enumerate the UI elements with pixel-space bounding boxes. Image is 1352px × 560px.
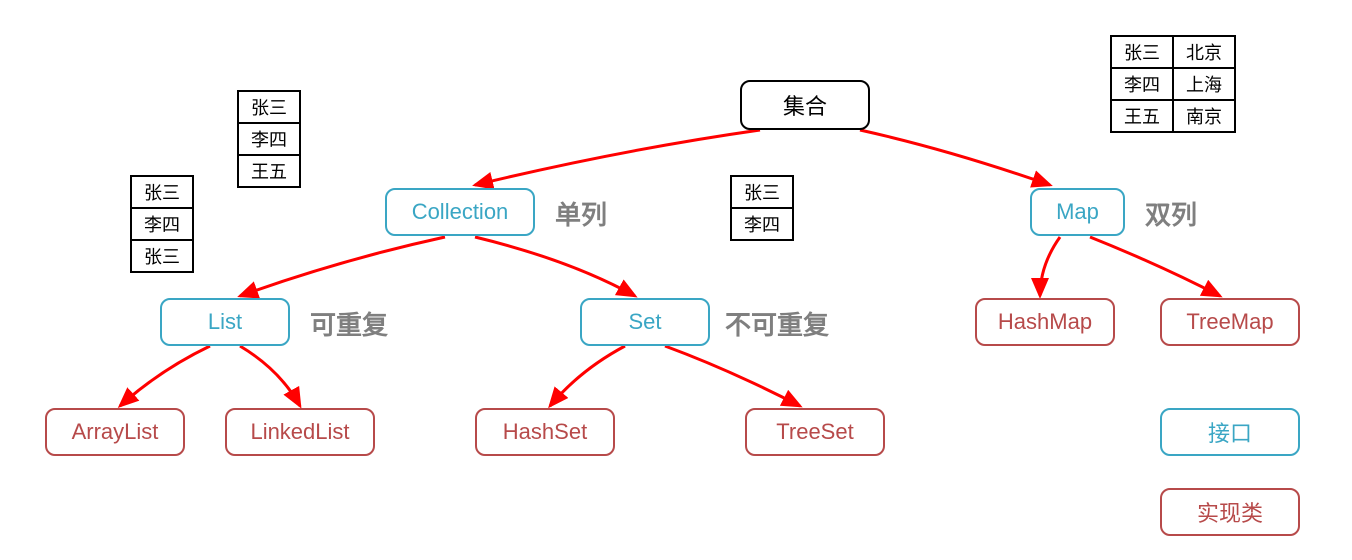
table-cell: 王五	[1111, 100, 1173, 132]
node-linkedlist: LinkedList	[225, 408, 375, 456]
annotation-list: 可重复	[310, 305, 388, 342]
node-linkedlist-label: LinkedList	[250, 419, 349, 445]
node-collection: Collection	[385, 188, 535, 236]
table-cell: 南京	[1173, 100, 1235, 132]
table-cell: 王五	[238, 155, 300, 187]
node-set: Set	[580, 298, 710, 346]
legend-interface: 接口	[1160, 408, 1300, 456]
table-cell: 张三	[1111, 36, 1173, 68]
legend-class: 实现类	[1160, 488, 1300, 536]
table-set-small: 张三 李四	[730, 175, 794, 241]
table-cell: 上海	[1173, 68, 1235, 100]
node-list: List	[160, 298, 290, 346]
node-arraylist-label: ArrayList	[72, 419, 159, 445]
table-cell: 李四	[131, 208, 193, 240]
node-map: Map	[1030, 188, 1125, 236]
table-cell: 李四	[1111, 68, 1173, 100]
legend-class-label: 实现类	[1197, 496, 1263, 528]
node-treemap-label: TreeMap	[1186, 309, 1273, 335]
legend-interface-label: 接口	[1208, 416, 1252, 448]
table-cell: 张三	[131, 176, 193, 208]
node-arraylist: ArrayList	[45, 408, 185, 456]
node-hashset-label: HashSet	[503, 419, 587, 445]
table-cell: 李四	[238, 123, 300, 155]
node-hashset: HashSet	[475, 408, 615, 456]
table-cell: 北京	[1173, 36, 1235, 68]
table-list-dup: 张三 李四 张三	[130, 175, 194, 273]
node-set-label: Set	[628, 309, 661, 335]
annotation-set: 不可重复	[725, 305, 829, 342]
table-cell: 李四	[731, 208, 793, 240]
node-hashmap-label: HashMap	[998, 309, 1092, 335]
node-list-label: List	[208, 309, 242, 335]
table-cell: 张三	[131, 240, 193, 272]
annotation-map: 双列	[1145, 195, 1197, 232]
table-map-kv: 张三 北京 李四 上海 王五 南京	[1110, 35, 1236, 133]
node-map-label: Map	[1056, 199, 1099, 225]
node-root: 集合	[740, 80, 870, 130]
node-treeset-label: TreeSet	[776, 419, 853, 445]
table-set-unique: 张三 李四 王五	[237, 90, 301, 188]
node-collection-label: Collection	[412, 199, 509, 225]
table-cell: 张三	[731, 176, 793, 208]
node-treeset: TreeSet	[745, 408, 885, 456]
node-hashmap: HashMap	[975, 298, 1115, 346]
annotation-collection: 单列	[555, 195, 607, 232]
node-treemap: TreeMap	[1160, 298, 1300, 346]
table-cell: 张三	[238, 91, 300, 123]
node-root-label: 集合	[783, 89, 827, 121]
